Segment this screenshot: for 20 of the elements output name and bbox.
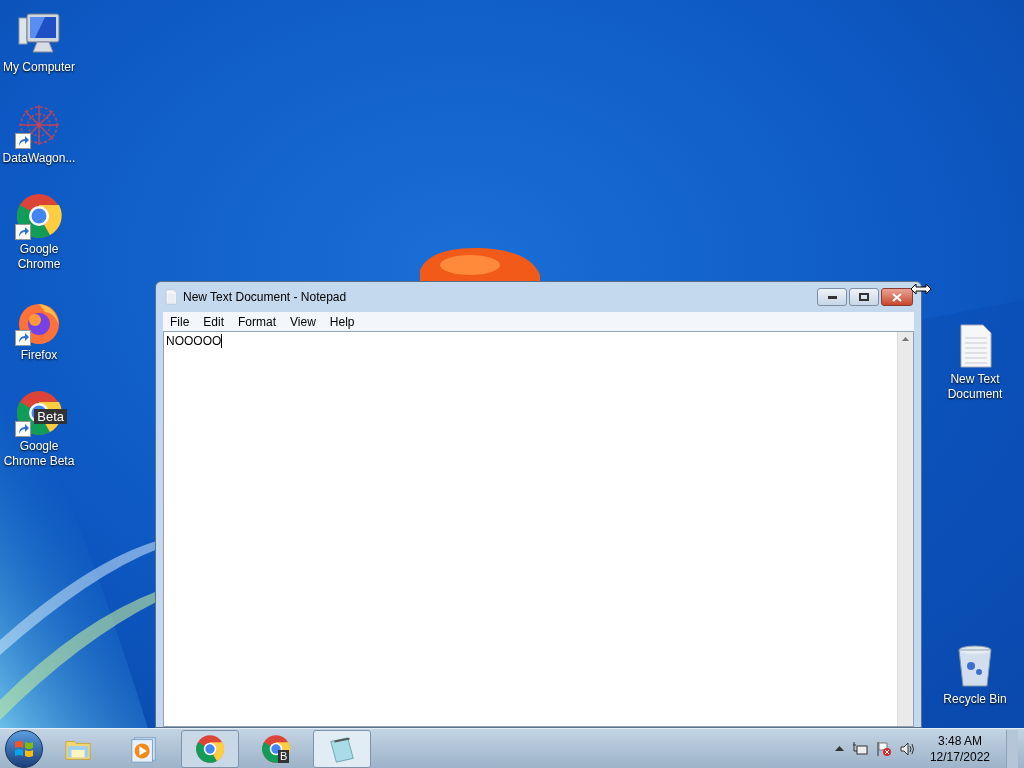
icon-label: Recycle Bin <box>943 692 1007 707</box>
icon-label: Google Chrome <box>16 242 62 272</box>
menu-item[interactable]: Edit <box>196 312 232 331</box>
clock-time: 3:48 AM <box>937 732 982 749</box>
menu-item[interactable]: View <box>283 312 323 331</box>
desktop-icon[interactable]: Beta <box>15 389 63 437</box>
icon-label: Firefox <box>20 348 58 363</box>
beta-badge: B <box>278 749 290 763</box>
icon-label: My Computer <box>3 60 75 75</box>
menu-item[interactable]: Help <box>322 312 362 331</box>
menu-item[interactable]: Format <box>231 312 284 331</box>
document-text: NOOOOO <box>166 334 222 348</box>
window-title: New Text Document - Notepad <box>183 289 347 306</box>
icon-label: Google Chrome Beta <box>2 439 76 469</box>
menu-item[interactable]: File <box>163 312 197 331</box>
clock-date: 12/17/2022 <box>929 748 990 765</box>
taskbar-button[interactable]: B <box>247 729 305 768</box>
icon-label: New Text Document <box>946 372 1004 402</box>
icon-label: DataWagon... <box>2 151 76 166</box>
beta-badge: Beta <box>34 409 67 424</box>
